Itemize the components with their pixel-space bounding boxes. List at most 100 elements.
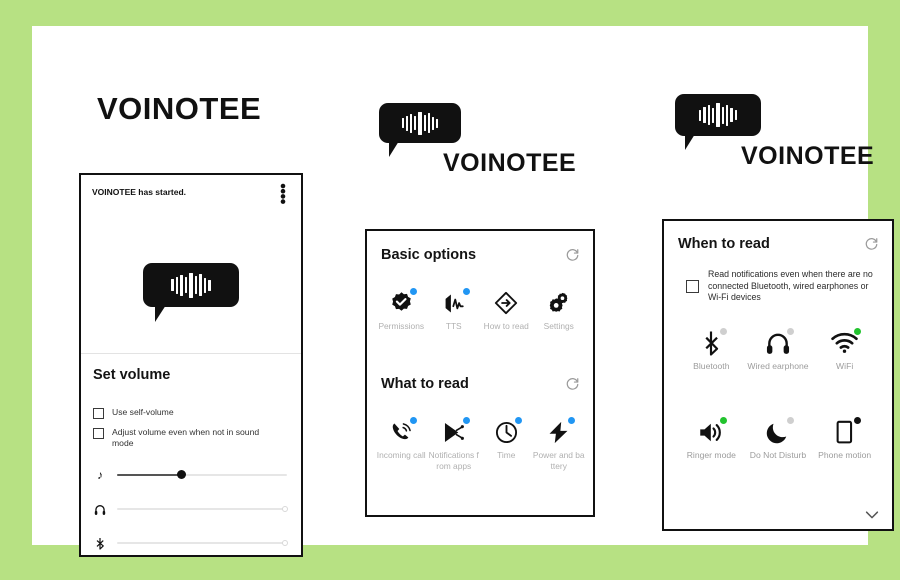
music-note-icon: ♪: [97, 468, 103, 482]
section-header-basic-options: Basic options: [381, 247, 580, 263]
status-dot: [462, 288, 470, 295]
slider-fill: [117, 474, 182, 476]
app-wordmark-right: VOINOTEE: [741, 142, 875, 170]
condition-label: Bluetooth: [693, 361, 730, 371]
speech-bubble-waveform-icon: [675, 94, 761, 150]
option-label: Power and battery: [532, 450, 585, 471]
slider-knob[interactable]: [282, 506, 288, 512]
checkbox-adjust-volume[interactable]: Adjust volume even when not in sound mod…: [93, 427, 283, 449]
slider-media-volume[interactable]: ♪: [93, 467, 287, 483]
checkbox-use-self-volume[interactable]: Use self-volume: [93, 407, 174, 419]
condition-label: Do Not Disturb: [749, 450, 807, 460]
phone-screen-options: Basic options Permissions TTS How to rea…: [365, 229, 595, 517]
clock-icon: [491, 417, 523, 446]
section-title: When to read: [678, 236, 770, 252]
option-tts[interactable]: TTS: [428, 288, 480, 332]
condition-wifi[interactable]: WiFi: [814, 328, 876, 372]
speech-bubble-waveform-icon: [143, 263, 239, 322]
waveform-bars: [143, 263, 239, 307]
section-header-when-to-read: When to read: [678, 236, 879, 252]
what-to-read-grid: Incoming call Notifications from apps Ti…: [375, 417, 585, 471]
slider-headphone-volume[interactable]: [93, 501, 288, 517]
condition-ringer-mode[interactable]: Ringer mode: [680, 417, 742, 461]
condition-label: Phone motion: [818, 450, 872, 460]
refresh-icon[interactable]: [565, 248, 580, 263]
when-to-read-grid-row1: Bluetooth Wired earphone WiFi: [678, 328, 878, 372]
waveform-bars: [675, 94, 761, 136]
refresh-icon[interactable]: [565, 377, 580, 392]
verified-badge-icon: [386, 288, 418, 317]
slider-knob[interactable]: [282, 540, 288, 546]
status-dot: [853, 328, 861, 335]
option-settings[interactable]: Settings: [533, 289, 585, 332]
waveform-bars: [379, 103, 461, 143]
crescent-moon-icon: [763, 417, 794, 446]
condition-do-not-disturb[interactable]: Do Not Disturb: [747, 417, 809, 461]
chevron-down-icon[interactable]: [865, 510, 879, 521]
condition-wired-earphone[interactable]: Wired earphone: [747, 328, 809, 372]
bluetooth-icon: [96, 537, 104, 550]
section-title: What to read: [381, 376, 469, 392]
lightning-bolt-icon: [544, 417, 575, 446]
condition-phone-motion[interactable]: Phone motion: [814, 417, 876, 461]
option-label: How to read: [483, 321, 529, 331]
status-dot: [410, 288, 418, 295]
option-time[interactable]: Time: [480, 417, 532, 461]
slider-track[interactable]: [117, 470, 287, 480]
status-text: VOINOTEE has started.: [92, 187, 186, 197]
slider-bluetooth-volume[interactable]: [93, 535, 288, 551]
status-dot: [786, 417, 794, 424]
speaker-volume-icon: [696, 417, 728, 446]
option-label: Incoming call: [376, 450, 426, 460]
bluetooth-icon: [696, 328, 728, 357]
checkbox-box[interactable]: [686, 280, 699, 293]
option-notifications-from-apps[interactable]: Notifications from apps: [428, 417, 480, 471]
phone-motion-icon: [830, 417, 861, 446]
slider-track[interactable]: [117, 504, 288, 514]
option-incoming-call[interactable]: Incoming call: [375, 417, 427, 461]
status-dot: [567, 417, 575, 424]
option-label: TTS: [445, 321, 462, 331]
condition-label: Ringer mode: [686, 450, 736, 460]
option-permissions[interactable]: Permissions: [375, 288, 427, 332]
headphones-icon: [94, 504, 106, 515]
bubble-tail: [685, 134, 707, 150]
content-card: VOINOTEE VOINOTEE has started. Set volum…: [32, 26, 894, 557]
slider-knob[interactable]: [177, 470, 187, 479]
status-dot: [853, 417, 861, 424]
option-label: Time: [497, 450, 516, 460]
diamond-arrow-icon: [491, 289, 521, 317]
slider-track[interactable]: [117, 538, 288, 548]
option-label: Settings: [543, 321, 574, 331]
option-power-and-battery[interactable]: Power and battery: [532, 417, 585, 471]
panel1-divider: [81, 353, 301, 354]
checkbox-label: Use self-volume: [112, 407, 174, 417]
refresh-icon[interactable]: [864, 237, 879, 252]
condition-label: WiFi: [836, 361, 854, 371]
brand-lockup-right: VOINOTEE: [675, 94, 875, 172]
app-wordmark-middle: VOINOTEE: [443, 149, 577, 177]
status-dot: [720, 328, 728, 335]
checkbox-label: Adjust volume even when not in sound mod…: [112, 427, 260, 448]
checkbox-box[interactable]: [93, 428, 104, 439]
slider-track-bg: [117, 508, 287, 510]
phone-screen-home: VOINOTEE has started. Set volume Use sel…: [79, 173, 303, 557]
wifi-icon: [830, 328, 861, 357]
option-label: Permissions: [378, 321, 425, 331]
section-title: Basic options: [381, 247, 477, 263]
gears-icon: [544, 289, 574, 317]
set-volume-title: Set volume: [93, 367, 171, 383]
bubble-tail: [155, 305, 179, 322]
play-store-icon: [439, 417, 470, 446]
option-how-to-read[interactable]: How to read: [480, 289, 532, 332]
checkbox-box[interactable]: [93, 408, 104, 419]
condition-bluetooth[interactable]: Bluetooth: [680, 328, 742, 372]
status-dot: [462, 417, 470, 424]
bubble-tail: [389, 141, 411, 157]
vertical-more-icon[interactable]: [277, 183, 289, 205]
headphones-icon: [763, 328, 794, 357]
checkbox-read-without-devices[interactable]: Read notifications even when there are n…: [686, 269, 880, 304]
condition-label: Wired earphone: [747, 361, 809, 371]
status-dot: [515, 417, 523, 424]
status-dot: [786, 328, 794, 335]
